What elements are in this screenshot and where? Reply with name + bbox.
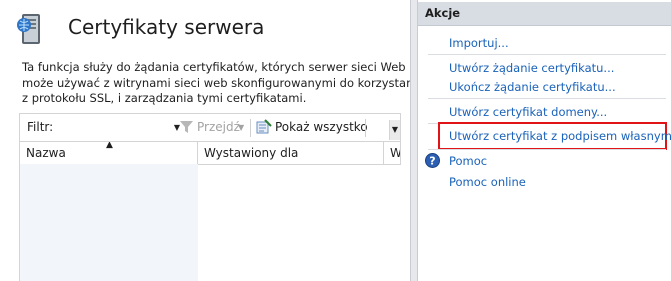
server-certificate-icon — [17, 14, 40, 44]
sorted-column-shading — [20, 164, 198, 281]
action-complete-certificate-request[interactable]: Ukończ żądanie certyfikatu... — [449, 80, 616, 94]
column-header-issued-to[interactable]: Wystawiony dla — [198, 142, 384, 164]
page-title: Certyfikaty serwera — [68, 15, 265, 39]
toolbar-overflow-button[interactable]: ▼ — [389, 120, 400, 140]
show-all-label: Pokaż wszystko — [275, 120, 368, 134]
filter-label: Filtr: — [27, 120, 54, 134]
pane-splitter[interactable] — [410, 0, 418, 281]
description-line: może używać z witrynami sieci web skonfi… — [22, 75, 424, 90]
actions-divider — [428, 149, 666, 150]
action-create-self-signed-certificate[interactable]: Utwórz certyfikat z podpisem własnym... — [449, 129, 671, 143]
actions-header: Akcje — [418, 2, 671, 26]
filter-toolbar: Filtr: ▼ Przejdź ▼ Pokaż wszystko ▼ — [19, 113, 401, 141]
certificates-grid-header: Nazwa ▲ Wystawiony dla Wy — [19, 141, 401, 165]
description-line: Ta funkcja służy do żądania certyfikatów… — [22, 60, 406, 74]
column-header-label: Wystawiony dla — [204, 146, 299, 160]
action-help[interactable]: Pomoc — [449, 154, 487, 168]
certificates-feature-pane: Certyfikaty serwera Ta funkcja służy do … — [0, 0, 424, 281]
feature-description: Ta funkcja służy do żądania certyfikatów… — [22, 60, 424, 107]
filter-dropdown[interactable]: ▼ — [66, 118, 180, 136]
action-create-certificate-request[interactable]: Utwórz żądanie certyfikatu... — [449, 61, 614, 75]
action-help-online[interactable]: Pomoc online — [449, 175, 526, 189]
actions-title: Akcje — [425, 6, 461, 20]
actions-divider — [428, 98, 666, 99]
column-header-label: Wy — [390, 146, 401, 160]
column-header-issued-by[interactable]: Wy — [384, 142, 401, 164]
go-button-label: Przejdź — [197, 120, 240, 134]
column-header-name[interactable]: Nazwa ▲ — [20, 142, 198, 164]
actions-pane: Akcje Importuj... Utwórz żądanie certyfi… — [418, 0, 671, 281]
funnel-icon — [180, 121, 193, 133]
sort-ascending-icon: ▲ — [106, 141, 113, 150]
toolbar-separator — [365, 119, 366, 137]
action-import[interactable]: Importuj... — [449, 36, 509, 50]
help-icon: ? — [425, 153, 440, 168]
actions-divider — [428, 54, 666, 55]
column-header-label: Nazwa — [26, 146, 66, 160]
svg-text:?: ? — [429, 155, 435, 168]
certificates-grid-body[interactable] — [19, 164, 400, 281]
toolbar-separator — [250, 119, 251, 137]
show-all-icon — [256, 119, 272, 134]
action-create-domain-certificate[interactable]: Utwórz certyfikat domeny... — [449, 105, 607, 119]
chevron-down-icon: ▼ — [238, 123, 245, 132]
description-line: z protokołu SSL, i zarządzania tymi cert… — [22, 91, 307, 105]
